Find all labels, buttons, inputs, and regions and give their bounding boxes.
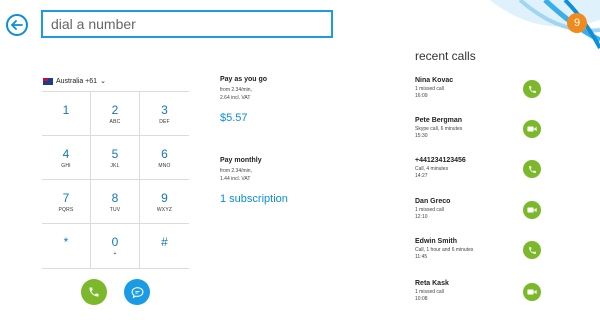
notification-badge[interactable]: 9 [567,13,587,33]
plan-rate: from 2.34/min, [220,87,252,93]
call-back-button[interactable] [523,160,541,178]
key-0[interactable]: 0 + [91,224,140,268]
australia-flag-icon [43,77,53,85]
plan-title: Pay as you go [220,76,268,83]
chevron-down-icon: ⌄ [100,78,106,85]
key-digit: 3 [161,102,168,117]
recent-call-item[interactable]: Reta Kask 1 missed call 10:08 [415,280,550,316]
plan-rate: from 2.34/min, [220,168,252,174]
plan-pay-monthly: Pay monthly from 2.34/min, 1.44 incl. VA… [220,157,288,205]
video-icon [527,289,537,295]
call-back-button[interactable] [523,80,541,98]
key-4[interactable]: 4 GHI [42,136,91,180]
phone-icon [89,287,99,297]
video-call-button[interactable] [523,283,541,301]
key-digit: 7 [62,190,70,205]
key-letters: WXYZ [156,206,173,213]
chat-bubble-icon [131,286,143,298]
key-letters: TUV [109,206,121,213]
key-9[interactable]: 9 WXYZ [140,180,189,224]
plan-balance[interactable]: $5.57 [220,112,267,124]
recent-call-item[interactable]: Pete Bergman Skype call, 6 minutes 15:30 [415,117,550,153]
plan-rate-vat: 1.44 incl. VAT [220,176,251,182]
key-5[interactable]: 5 JKL [91,136,140,180]
key-digit: 2 [111,102,119,117]
key-letters: + [113,251,117,257]
call-button[interactable] [81,279,107,305]
video-call-button[interactable] [523,120,541,138]
keypad: 1 2 ABC 3 DEF 4 GHI 5 JKL 6 MNO 7 PQRS 8 TUV 9W… [42,91,189,269]
key-letters: GHI [61,162,71,169]
key-2[interactable]: 2 ABC [91,92,140,136]
key-6[interactable]: 6 MNO [140,136,189,180]
key-star[interactable]: * [42,224,91,268]
recent-calls-title: recent calls [415,49,476,63]
key-3[interactable]: 3 DEF [140,92,189,136]
key-digit: 6 [161,146,168,161]
plan-rate-vat: 2.64 incl. VAT [220,95,251,101]
key-digit: 8 [111,190,119,205]
recent-call-item[interactable]: +441234123456 Call, 4 minutes 14:27 [415,157,550,193]
arrow-left-icon [11,20,23,30]
key-letters: JKL [110,162,120,169]
message-button[interactable] [124,279,150,305]
dial-input[interactable] [41,10,333,38]
back-button[interactable] [6,14,28,36]
video-icon [527,207,537,213]
key-letters: DEF [159,118,170,125]
plan-subscriptions[interactable]: 1 subscription [220,193,288,205]
key-letters: PQRS [58,206,74,213]
key-digit: 1 [62,102,70,117]
phone-icon [528,85,536,93]
key-digit: 9 [161,190,168,205]
key-digit: * [63,235,69,249]
plan-pay-as-you-go: Pay as you go from 2.34/min, 2.64 incl. … [220,76,267,124]
country-label: Australia +61 [56,77,98,85]
key-digit: # [161,235,168,249]
key-hash[interactable]: # [140,224,189,268]
recent-call-item[interactable]: Nina Kovac 1 missed call 16:09 [415,77,550,113]
call-back-button[interactable] [523,241,541,259]
phone-icon [528,165,536,173]
phone-icon [528,246,536,254]
key-8[interactable]: 8 TUV [91,180,140,224]
key-1[interactable]: 1 [42,92,91,136]
video-icon [527,126,537,132]
country-selector[interactable]: Australia +61 ⌄ [43,77,106,85]
key-digit: 0 [111,235,119,249]
key-letters: ABC [109,118,121,125]
recent-call-item[interactable]: Edwin Smith Call, 1 hour and 6 minutes 1… [415,238,550,274]
plan-title: Pay monthly [220,157,262,164]
key-7[interactable]: 7 PQRS [42,180,91,224]
key-letters: MNO [158,162,171,169]
recent-call-item[interactable]: Dan Greco 1 missed call 12:10 [415,198,550,234]
key-digit: 4 [62,146,70,161]
video-call-button[interactable] [523,201,541,219]
key-digit: 5 [111,146,119,161]
